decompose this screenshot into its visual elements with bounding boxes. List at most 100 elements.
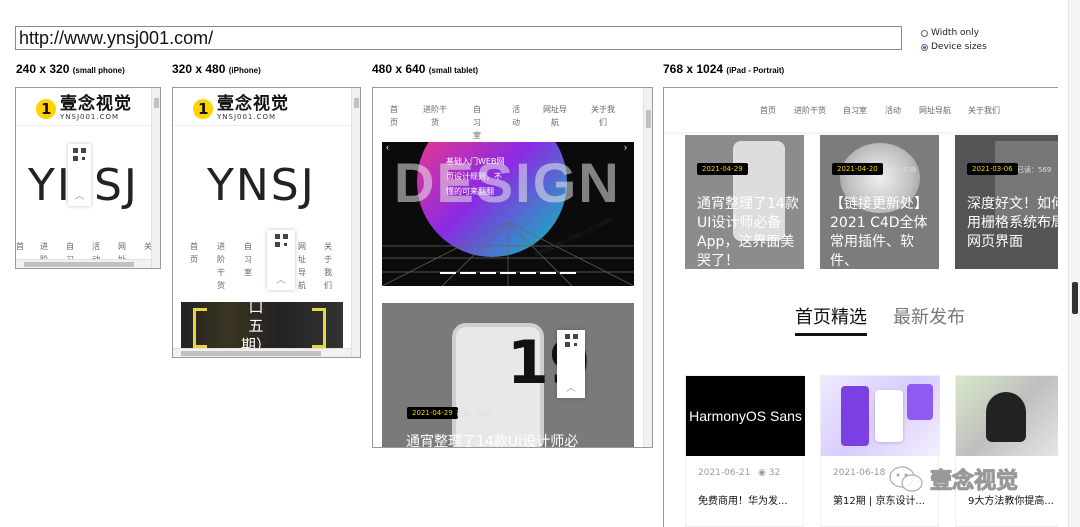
post-thumbnail bbox=[821, 376, 940, 456]
tab-featured[interactable]: 首页精选 bbox=[795, 303, 867, 336]
device-label-small-tablet: 480 x 640 (small tablet) bbox=[372, 62, 479, 76]
nav-item-about[interactable]: 关于我们 bbox=[591, 103, 615, 129]
hero-text-right: SJ bbox=[94, 160, 139, 211]
card-title[interactable]: 通宵整理了14款UI设计师必 bbox=[406, 433, 578, 447]
post-thumbnail bbox=[956, 376, 1058, 456]
hero-text-left: YI bbox=[28, 160, 72, 211]
divider bbox=[173, 125, 353, 126]
back-to-top-icon[interactable]: ︿ bbox=[75, 187, 85, 202]
card-decor bbox=[312, 308, 326, 348]
card-title[interactable]: 深度好文！如何用栅格系统布局网页界面 bbox=[967, 195, 1058, 252]
card-date-badge: 2021-04-29 bbox=[407, 407, 458, 419]
post-card[interactable]: HarmonyOS Sans 2021-06-21 ◉ 32 免费商用！华为发.… bbox=[685, 375, 805, 527]
card-views: 已读：639 bbox=[882, 166, 917, 174]
nav-item-study[interactable]: 自习室 bbox=[471, 103, 483, 142]
post-thumbnail: HarmonyOS Sans bbox=[686, 376, 805, 456]
horizontal-scrollbar[interactable] bbox=[16, 259, 151, 268]
card-views: 已读：299 bbox=[456, 410, 491, 418]
nav-item-home[interactable]: 首 bbox=[16, 240, 26, 253]
nav-item-advanced[interactable]: 进阶干货 bbox=[215, 240, 227, 292]
banner-carousel[interactable]: DESIGN 基础入门WEB网 页设计规则，不 懂的可来翻翻 BARBERRY IS… bbox=[382, 142, 634, 286]
watermark: 壹念视觉 bbox=[888, 463, 1019, 495]
nav-item-advanced[interactable]: 进阶干货 bbox=[423, 103, 447, 129]
qr-floating-widget[interactable]: ︿ bbox=[557, 330, 585, 398]
qr-code-icon[interactable] bbox=[274, 234, 288, 247]
device-sizes-radio[interactable] bbox=[921, 43, 928, 51]
width-only-option[interactable]: Width only bbox=[921, 28, 979, 38]
post-title[interactable]: 免费商用！华为发... bbox=[698, 492, 788, 507]
device-label-small-phone: 240 x 320 (small phone) bbox=[16, 62, 125, 76]
device-label-iphone: 320 x 480 (iPhone) bbox=[172, 62, 261, 76]
card-title[interactable]: 通宵整理了14款UI设计师必备App，这界面美哭了！ bbox=[697, 195, 799, 269]
card-views: 已读：299 bbox=[747, 166, 782, 174]
nav-item-links[interactable]: 网址导航 bbox=[919, 105, 951, 116]
banner-word: DESIGN bbox=[394, 151, 621, 214]
carousel-next-icon[interactable]: › bbox=[624, 142, 627, 152]
featured-card[interactable]: 2021-04-29 已读：299 通宵整理了14款UI设计师必备App，这界面… bbox=[685, 135, 804, 269]
horizontal-scrollbar[interactable] bbox=[173, 348, 351, 357]
nav-item-about[interactable]: 关于我们 bbox=[968, 105, 1000, 116]
back-to-top-icon[interactable]: ︿ bbox=[566, 379, 576, 394]
logo-subtext: YNSJ001.COM bbox=[217, 113, 277, 121]
logo-subtext: YNSJ001.COM bbox=[60, 113, 120, 121]
width-only-radio[interactable] bbox=[921, 29, 928, 37]
device-sizes-label: Device sizes bbox=[931, 42, 987, 52]
post-card[interactable]: 2021-06-18 第12期 | 京东设计... bbox=[820, 375, 940, 527]
frame-ipad[interactable]: 首页 进阶干货 自习室 活动 网址导航 关于我们 2021-04-29 已读：2… bbox=[663, 87, 1058, 527]
qr-code-icon[interactable] bbox=[564, 334, 578, 347]
page-scrollbar[interactable] bbox=[1068, 0, 1080, 527]
nav-item-about[interactable]: 关于我们 bbox=[322, 240, 334, 292]
url-input[interactable] bbox=[15, 26, 902, 50]
nav-item-home[interactable]: 首页 bbox=[388, 103, 400, 129]
vertical-scrollbar[interactable] bbox=[351, 88, 360, 357]
featured-card[interactable]: 2021-03-06 已读：569 深度好文！如何用栅格系统布局网页界面 bbox=[955, 135, 1058, 269]
qr-floating-widget[interactable]: ︿ bbox=[68, 144, 91, 206]
post-card[interactable]: 9大方法教你提高... bbox=[955, 375, 1058, 527]
card-partial-title: 口五期） bbox=[241, 302, 272, 352]
nav-item-home[interactable]: 首页 bbox=[188, 240, 200, 266]
nav-item-study[interactable]: 自习室 bbox=[242, 240, 254, 279]
divider bbox=[16, 125, 153, 126]
card-date-badge: 2021-04-29 bbox=[697, 163, 748, 175]
nav-item-activity[interactable]: 活动 bbox=[510, 103, 522, 129]
vertical-scrollbar[interactable] bbox=[151, 88, 160, 268]
card-title[interactable]: 【链接更新处】2021 C4D全体常用插件、软件、 bbox=[830, 195, 935, 269]
post-date: 2021-06-21 bbox=[698, 468, 751, 478]
banner-caption: 基础入门WEB网 页设计规则，不 懂的可来翻翻 bbox=[446, 157, 505, 196]
eye-icon: ◉ bbox=[758, 468, 766, 478]
card-date-badge: 2021-03-06 bbox=[967, 163, 1018, 175]
nav-item-links[interactable]: 网址导航 bbox=[296, 240, 308, 292]
article-card[interactable]: 19 2021-04-29 已读：299 通宵整理了14款UI设计师必 bbox=[382, 303, 634, 447]
logo-mark-icon bbox=[36, 98, 56, 119]
site-logo[interactable]: 壹念视觉 YNSJ001.COM bbox=[193, 96, 289, 121]
device-label-ipad: 768 x 1024 (iPad - Portrait) bbox=[663, 62, 785, 76]
frame-small-tablet[interactable]: 首页 进阶干货 自习室 活动 网址导航 关于我们 DESIGN 基础入门WEB网… bbox=[372, 87, 653, 448]
nav-item-home[interactable]: 首页 bbox=[760, 105, 776, 116]
wechat-icon bbox=[889, 466, 923, 492]
watermark-text: 壹念视觉 bbox=[929, 469, 1019, 495]
frame-small-phone[interactable]: 壹念视觉 YNSJ001.COM YI SJ ︿ 首 进阶 自习 活动 网址 关 bbox=[15, 87, 161, 269]
vertical-scrollbar[interactable] bbox=[643, 88, 652, 447]
back-to-top-icon[interactable]: ︿ bbox=[276, 271, 286, 286]
width-only-label: Width only bbox=[931, 28, 980, 38]
site-logo[interactable]: 壹念视觉 YNSJ001.COM bbox=[36, 96, 132, 121]
carousel-prev-icon[interactable]: ‹ bbox=[386, 142, 389, 152]
post-views: ◉ 32 bbox=[758, 468, 781, 478]
post-date: 2021-06-18 bbox=[833, 468, 886, 478]
qr-floating-widget[interactable]: ︿ bbox=[267, 230, 295, 290]
tab-latest[interactable]: 最新发布 bbox=[893, 303, 965, 329]
logo-text: 壹念视觉 bbox=[60, 94, 132, 114]
featured-card[interactable]: 2021-04-20 已读：639 【链接更新处】2021 C4D全体常用插件、… bbox=[820, 135, 939, 269]
nav-item-activity[interactable]: 活动 bbox=[885, 105, 901, 116]
logo-mark-icon bbox=[193, 98, 213, 119]
card-decor bbox=[193, 308, 207, 348]
qr-code-icon[interactable] bbox=[73, 148, 86, 161]
card-views: 已读：569 bbox=[1017, 166, 1052, 174]
nav-item-advanced[interactable]: 进阶干货 bbox=[794, 105, 826, 116]
device-sizes-option[interactable]: Device sizes bbox=[921, 42, 987, 52]
nav-item-links[interactable]: 网址导航 bbox=[543, 103, 567, 129]
frame-iphone[interactable]: 壹念视觉 YNSJ001.COM YNSJ 首页 进阶干货 自习室 网址导航 关… bbox=[172, 87, 361, 358]
logo-text: 壹念视觉 bbox=[217, 94, 289, 114]
nav-item-study[interactable]: 自习室 bbox=[843, 105, 867, 116]
article-card[interactable]: 口五期） bbox=[181, 302, 343, 352]
